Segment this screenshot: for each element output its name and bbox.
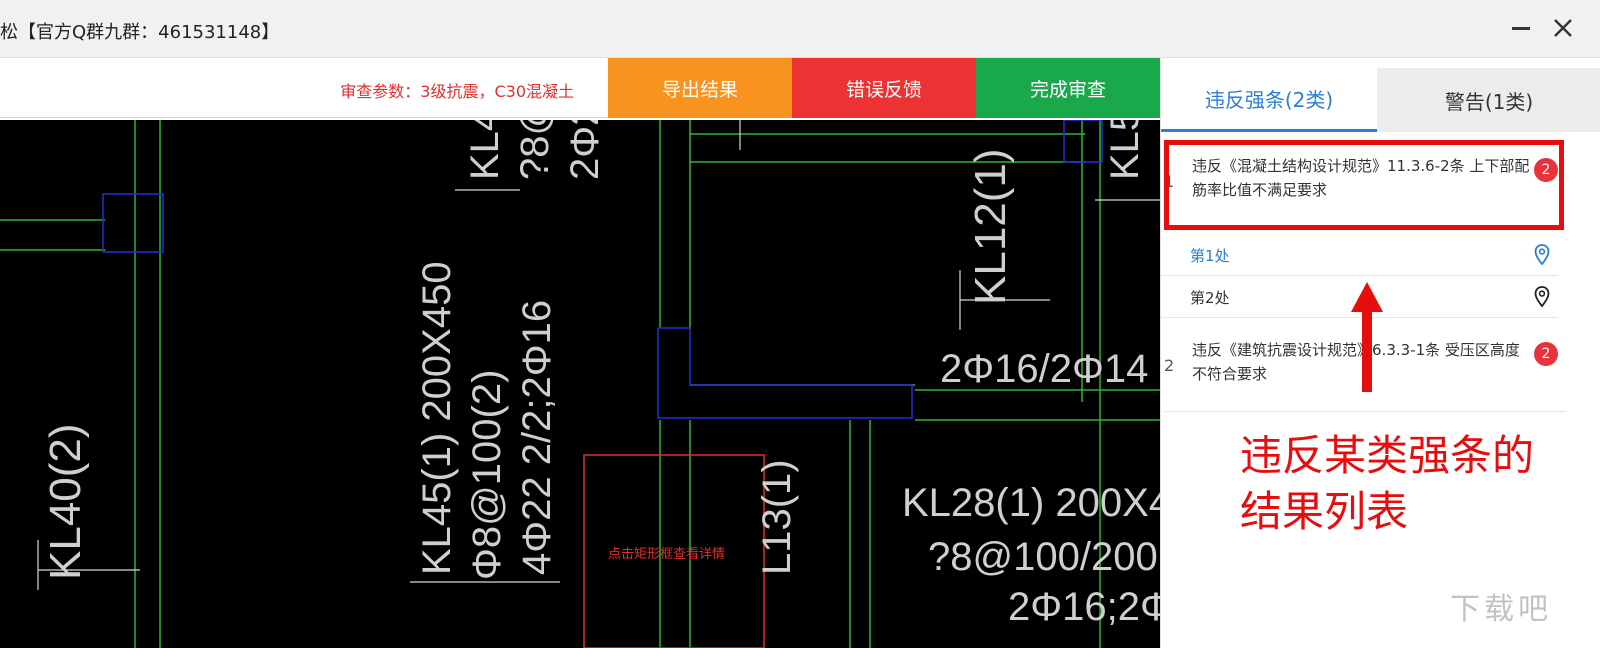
close-icon (1554, 19, 1572, 37)
tab-violations[interactable]: 违反强条(2类) (1161, 68, 1377, 132)
rule-number: 1 (1164, 172, 1175, 191)
cad-label-kl5: KL5 (1103, 120, 1147, 180)
count-badge: 2 (1534, 342, 1558, 366)
cad-label-l13: L13(1) (755, 459, 799, 575)
rule-number: 2 (1164, 356, 1175, 375)
title-bar: 松【官方Q群九群：461531148】 (0, 0, 1600, 58)
cad-label-kl40: KL40(2) (41, 423, 90, 580)
cad-drawing-canvas[interactable]: KL40(2) KL45(1) 200X450 Φ8@100(2) 4Φ22 2… (0, 120, 1160, 648)
location-pin-icon[interactable] (1534, 286, 1550, 308)
review-params: 审查参数：3级抗震，C30混凝土 (340, 82, 574, 101)
cad-label-kl45-1: KL45(1) 200X450 (415, 261, 459, 575)
location-pin-icon[interactable] (1534, 244, 1550, 266)
location-item-1[interactable]: 第1处 (1160, 234, 1558, 276)
close-button[interactable] (1548, 12, 1578, 44)
minimize-icon (1512, 26, 1530, 30)
cad-label-kl45-2: Φ8@100(2) (465, 370, 509, 580)
location-label: 第1处 (1190, 247, 1230, 265)
cad-label-kl28-2: ?8@100/200 (928, 535, 1158, 579)
error-feedback-button[interactable]: 错误反馈 (792, 58, 976, 118)
cad-label-kl28-3: 2Φ16;2Φ (1008, 585, 1160, 629)
cad-label-kl45-3: 4Φ22 2/2;2Φ16 (515, 300, 559, 575)
cad-drawing: KL40(2) KL45(1) 200X450 Φ8@100(2) 4Φ22 2… (0, 120, 1160, 648)
location-label: 第2处 (1190, 289, 1230, 307)
tab-warnings[interactable]: 警告(1类) (1377, 68, 1600, 132)
cad-click-hint: 点击矩形框查看详情 (608, 546, 725, 562)
annotation-arrow-icon (1351, 282, 1383, 392)
cad-label-kl4: KL4 (463, 120, 507, 180)
window-title: 松【官方Q群九群：461531148】 (0, 22, 280, 43)
cad-label-kl12: KL12(1) (966, 148, 1015, 305)
minimize-button[interactable] (1508, 12, 1534, 44)
annotation-line-2: 结果列表 (1240, 487, 1409, 536)
cad-label-kl4-2: ?8@ (513, 120, 557, 180)
annotation-line-1: 违反某类强条的 (1240, 431, 1535, 480)
export-results-button[interactable]: 导出结果 (608, 58, 792, 118)
cad-label-kl28-1: KL28(1) 200X4 (902, 481, 1160, 525)
finish-review-button[interactable]: 完成审查 (976, 58, 1160, 118)
annotation-text: 违反某类强条的 结果列表 (1240, 428, 1580, 540)
count-badge: 2 (1534, 158, 1558, 182)
rule-text: 违反《混凝土结构设计规范》11.3.6-2条 上下部配筋率比值不满足要求 (1192, 157, 1530, 199)
violation-rule-item[interactable]: 1 违反《混凝土结构设计规范》11.3.6-2条 上下部配筋率比值不满足要求 2 (1164, 148, 1566, 228)
cad-label-kl4-3: 2Φ2 (563, 120, 607, 180)
toolbar: 审查参数：3级抗震，C30混凝土 导出结果 错误反馈 完成审查 (0, 58, 1160, 118)
watermark-logo: 下载吧 (1450, 592, 1552, 627)
cad-label-mid-rebar: 2Φ16/2Φ14 (940, 347, 1148, 391)
